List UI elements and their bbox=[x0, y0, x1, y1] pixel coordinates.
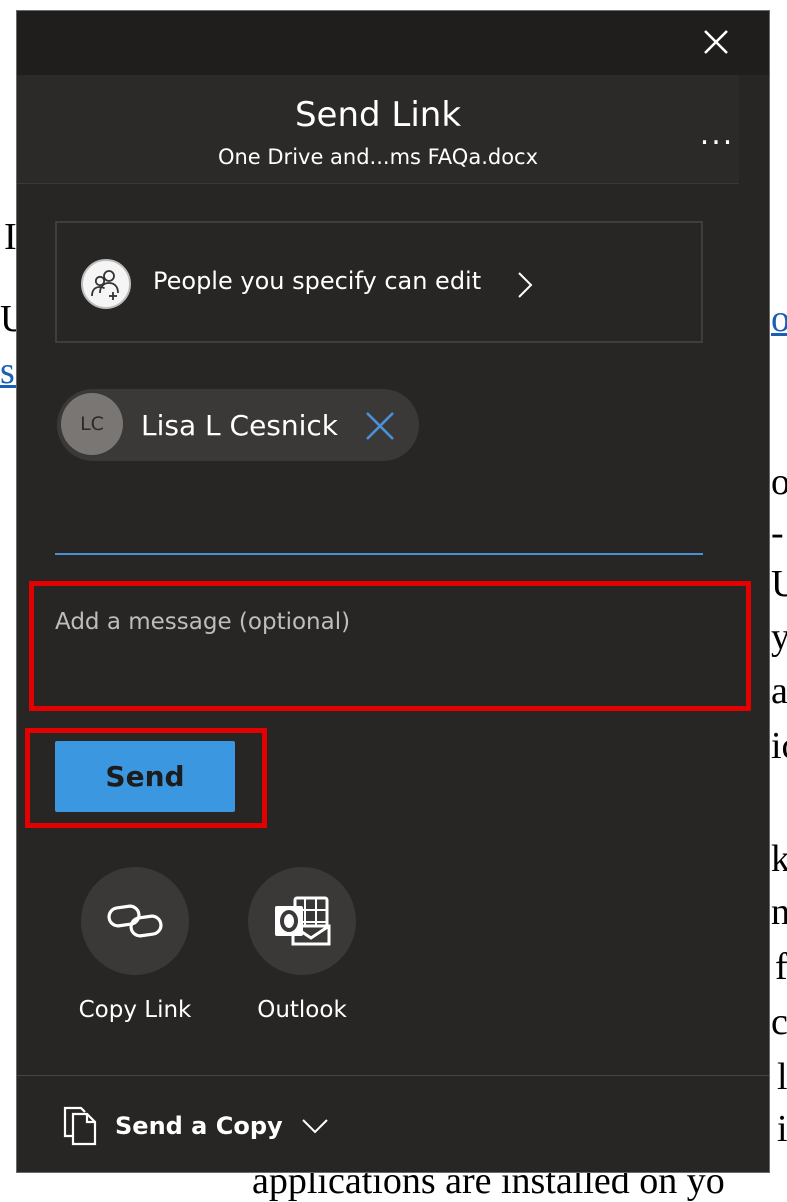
background-text: f bbox=[775, 946, 787, 988]
background-text: ic bbox=[771, 725, 787, 767]
outlook-icon bbox=[275, 896, 331, 946]
background-text: ks bbox=[771, 838, 787, 880]
outlook-button[interactable]: Outlook bbox=[232, 867, 372, 1023]
send-link-dialog: Send Link One Drive and...ms FAQa.docx .… bbox=[16, 10, 770, 1173]
recipient-name: Lisa L Cesnick bbox=[141, 409, 339, 442]
link-permission-button[interactable]: People you specify can edit bbox=[55, 221, 703, 343]
background-text: on bbox=[771, 461, 787, 503]
background-text: a bbox=[771, 670, 787, 712]
background-link[interactable]: o bbox=[771, 300, 787, 338]
avatar: LC bbox=[61, 393, 123, 455]
close-icon bbox=[704, 30, 728, 54]
background-text: y bbox=[771, 616, 787, 658]
background-text: c bbox=[771, 1001, 787, 1043]
copy-document-icon bbox=[63, 1106, 97, 1146]
file-name: One Drive and...ms FAQa.docx bbox=[217, 145, 539, 169]
background-text: I bbox=[4, 216, 17, 258]
background-text: ne bbox=[771, 891, 787, 933]
dialog-top-bar bbox=[17, 11, 769, 75]
more-options-icon: ... bbox=[699, 116, 735, 152]
outlook-label: Outlook bbox=[257, 997, 347, 1023]
chevron-down-icon bbox=[301, 1119, 328, 1134]
background-text: i bbox=[777, 1108, 787, 1150]
background-text: - bbox=[771, 512, 784, 554]
recipient-input[interactable] bbox=[55, 491, 703, 555]
send-a-copy-label: Send a Copy bbox=[115, 1112, 283, 1140]
link-icon bbox=[107, 904, 163, 938]
dialog-footer: Send a Copy bbox=[17, 1075, 769, 1172]
dialog-title: Send Link bbox=[294, 95, 462, 135]
outlook-circle bbox=[248, 867, 356, 975]
chevron-right-icon bbox=[518, 272, 533, 298]
background-text: l bbox=[777, 1056, 787, 1098]
message-field[interactable] bbox=[55, 609, 715, 689]
close-button[interactable] bbox=[699, 25, 733, 59]
copy-link-label: Copy Link bbox=[78, 997, 192, 1023]
send-button[interactable]: Send bbox=[55, 741, 235, 812]
recipient-chip: LC Lisa L Cesnick bbox=[57, 389, 419, 461]
close-icon bbox=[366, 412, 394, 440]
link-permission-label: People you specify can edit bbox=[153, 267, 482, 295]
remove-recipient-button[interactable] bbox=[363, 409, 397, 443]
copy-link-circle bbox=[81, 867, 189, 975]
people-add-icon bbox=[81, 259, 131, 309]
more-options-button[interactable]: ... bbox=[695, 114, 739, 154]
background-text: U bbox=[771, 563, 787, 605]
copy-link-button[interactable]: Copy Link bbox=[65, 867, 205, 1023]
send-a-copy-button[interactable]: Send a Copy bbox=[61, 1104, 329, 1148]
